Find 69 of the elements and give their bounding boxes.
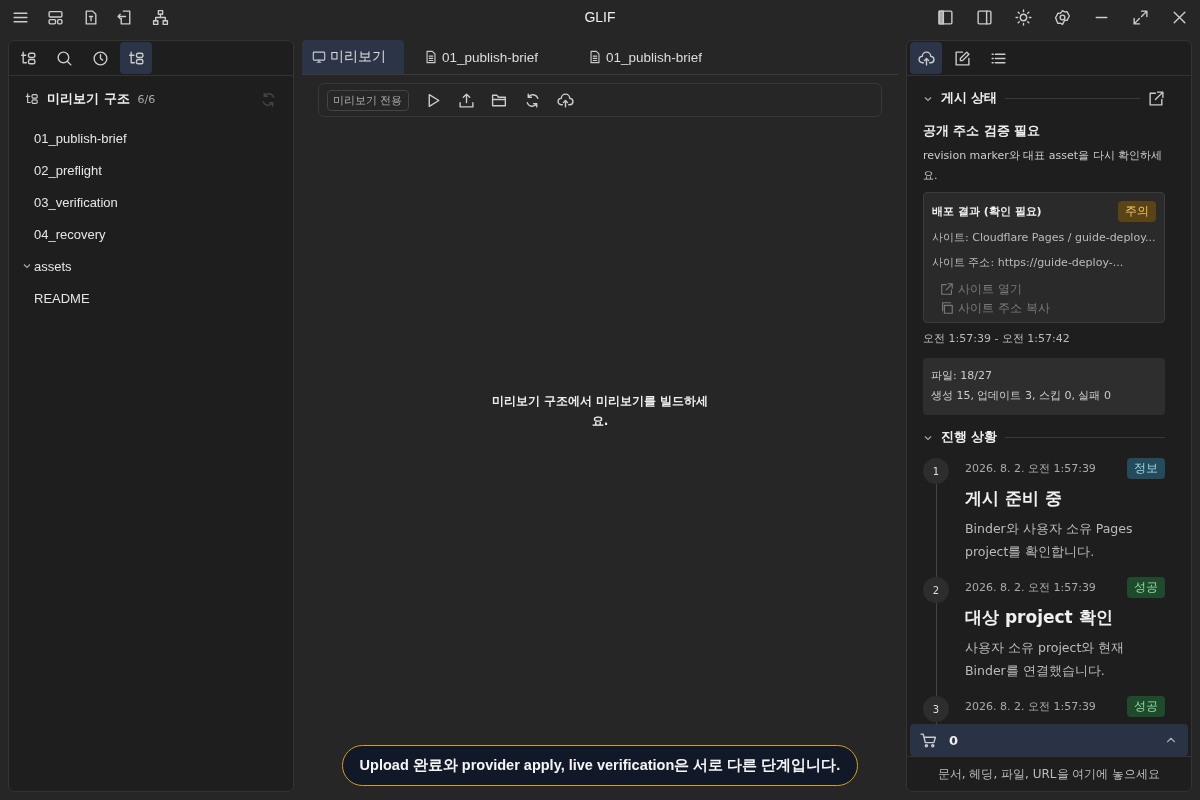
outline-item[interactable]: assets	[9, 250, 293, 282]
outline-item[interactable]: README	[9, 282, 293, 314]
step-time: 2026. 8. 2. 오전 1:57:39	[965, 461, 1096, 477]
empty-message: 미리보기 구조에서 미리보기를 빌드하세요.	[490, 392, 710, 430]
folder-icon[interactable]	[490, 91, 508, 109]
external-link-icon[interactable]	[1148, 90, 1165, 107]
stats-line: 생성 15, 업데이트 3, 스킵 0, 실패 0	[931, 388, 1112, 405]
result-line: 사이트: Cloudflare Pages / guide-deploy...	[932, 229, 1156, 245]
upload-icon[interactable]	[457, 91, 475, 109]
chevron-icon[interactable]	[22, 261, 32, 271]
window-title: GLIF	[584, 9, 616, 25]
settings-icon[interactable]	[1054, 8, 1071, 26]
cart-icon	[920, 731, 937, 749]
edit-icon	[953, 49, 971, 67]
maximize-icon[interactable]	[1132, 8, 1149, 26]
preview-only-badge: 미리보기 전용	[327, 89, 409, 111]
right-sidebar-icon[interactable]	[976, 8, 993, 26]
step-time: 2026. 8. 2. 오전 1:57:39	[965, 699, 1096, 715]
outline-item[interactable]: 01_publish-brief	[9, 122, 293, 154]
step-number: 2	[923, 577, 949, 604]
cloud-upload-icon	[917, 49, 935, 67]
file-icon	[424, 50, 438, 64]
search-icon	[55, 49, 73, 67]
result-title: 배포 결과 (확인 필요)	[932, 203, 1042, 219]
step-number: 3	[923, 696, 949, 723]
status-badge: 성공	[1127, 696, 1165, 718]
panel-tab[interactable]	[910, 42, 942, 74]
step-title: 대상 project 확인	[965, 606, 1114, 630]
result-line: 사이트 주소: https://guide-deploy-...	[932, 254, 1125, 270]
clock-icon	[91, 49, 109, 67]
file-icon	[588, 50, 603, 64]
cart-bar[interactable]: 0	[910, 724, 1188, 756]
layout-icon[interactable]	[47, 8, 64, 26]
section-title[interactable]: 진행 상황	[941, 429, 998, 447]
outline-item[interactable]: 04_recovery	[9, 218, 293, 250]
left-sidebar-icon[interactable]	[937, 8, 954, 26]
editor-tab[interactable]: 01_publish-brief	[578, 40, 733, 74]
external-link-icon	[940, 282, 954, 297]
editor-tab[interactable]: 미리보기	[302, 40, 404, 74]
outline-title: 미리보기 구조	[47, 90, 130, 108]
step-detail: 사용자 소유 project와 현재 Binder를 연결했습니다.	[965, 639, 1126, 680]
cart-count: 0	[949, 732, 959, 748]
outline-item[interactable]: 03_verification	[9, 186, 293, 218]
status-badge: 성공	[1127, 577, 1165, 599]
editor-tab[interactable]: 01_publish-brief	[414, 40, 569, 74]
step-time: 2026. 8. 2. 오전 1:57:39	[965, 580, 1096, 596]
tree-icon	[25, 92, 39, 106]
step-number: 1	[923, 458, 949, 485]
copy-icon	[940, 301, 954, 316]
status-badge: 정보	[1127, 458, 1165, 480]
status-note: revision marker와 대표 asset을 다시 확인하세요.	[923, 148, 1164, 184]
step-title: 게시 준비 중	[965, 487, 1063, 511]
sun-icon[interactable]	[1015, 8, 1032, 26]
monitor-icon	[312, 50, 326, 64]
status-heading: 공개 주소 검증 필요	[923, 123, 1042, 140]
time-range: 오전 1:57:39 - 오전 1:57:42	[923, 330, 1071, 346]
tree-icon	[19, 49, 37, 67]
cloud-upload-icon[interactable]	[556, 91, 574, 109]
toast-message: Upload 완료와 provider apply, live verification은 서로 다른 단계입니다.	[341, 745, 859, 786]
outline-item[interactable]: 02_preflight	[9, 154, 293, 186]
step-detail: Binder와 사용자 소유 Pages project를 확인합니다.	[965, 520, 1134, 561]
section-title[interactable]: 게시 상태	[941, 90, 998, 107]
outline-count: 6/6	[137, 92, 156, 106]
tree-icon	[127, 49, 145, 67]
drop-hint: 문서, 헤딩, 파일, URL을 여기에 놓으세요	[907, 756, 1191, 791]
sitemap-icon[interactable]	[152, 8, 169, 26]
panel-tab[interactable]	[120, 42, 152, 74]
status-badge: 주의	[1118, 200, 1156, 222]
stats-line: 파일: 18/27	[931, 367, 993, 384]
